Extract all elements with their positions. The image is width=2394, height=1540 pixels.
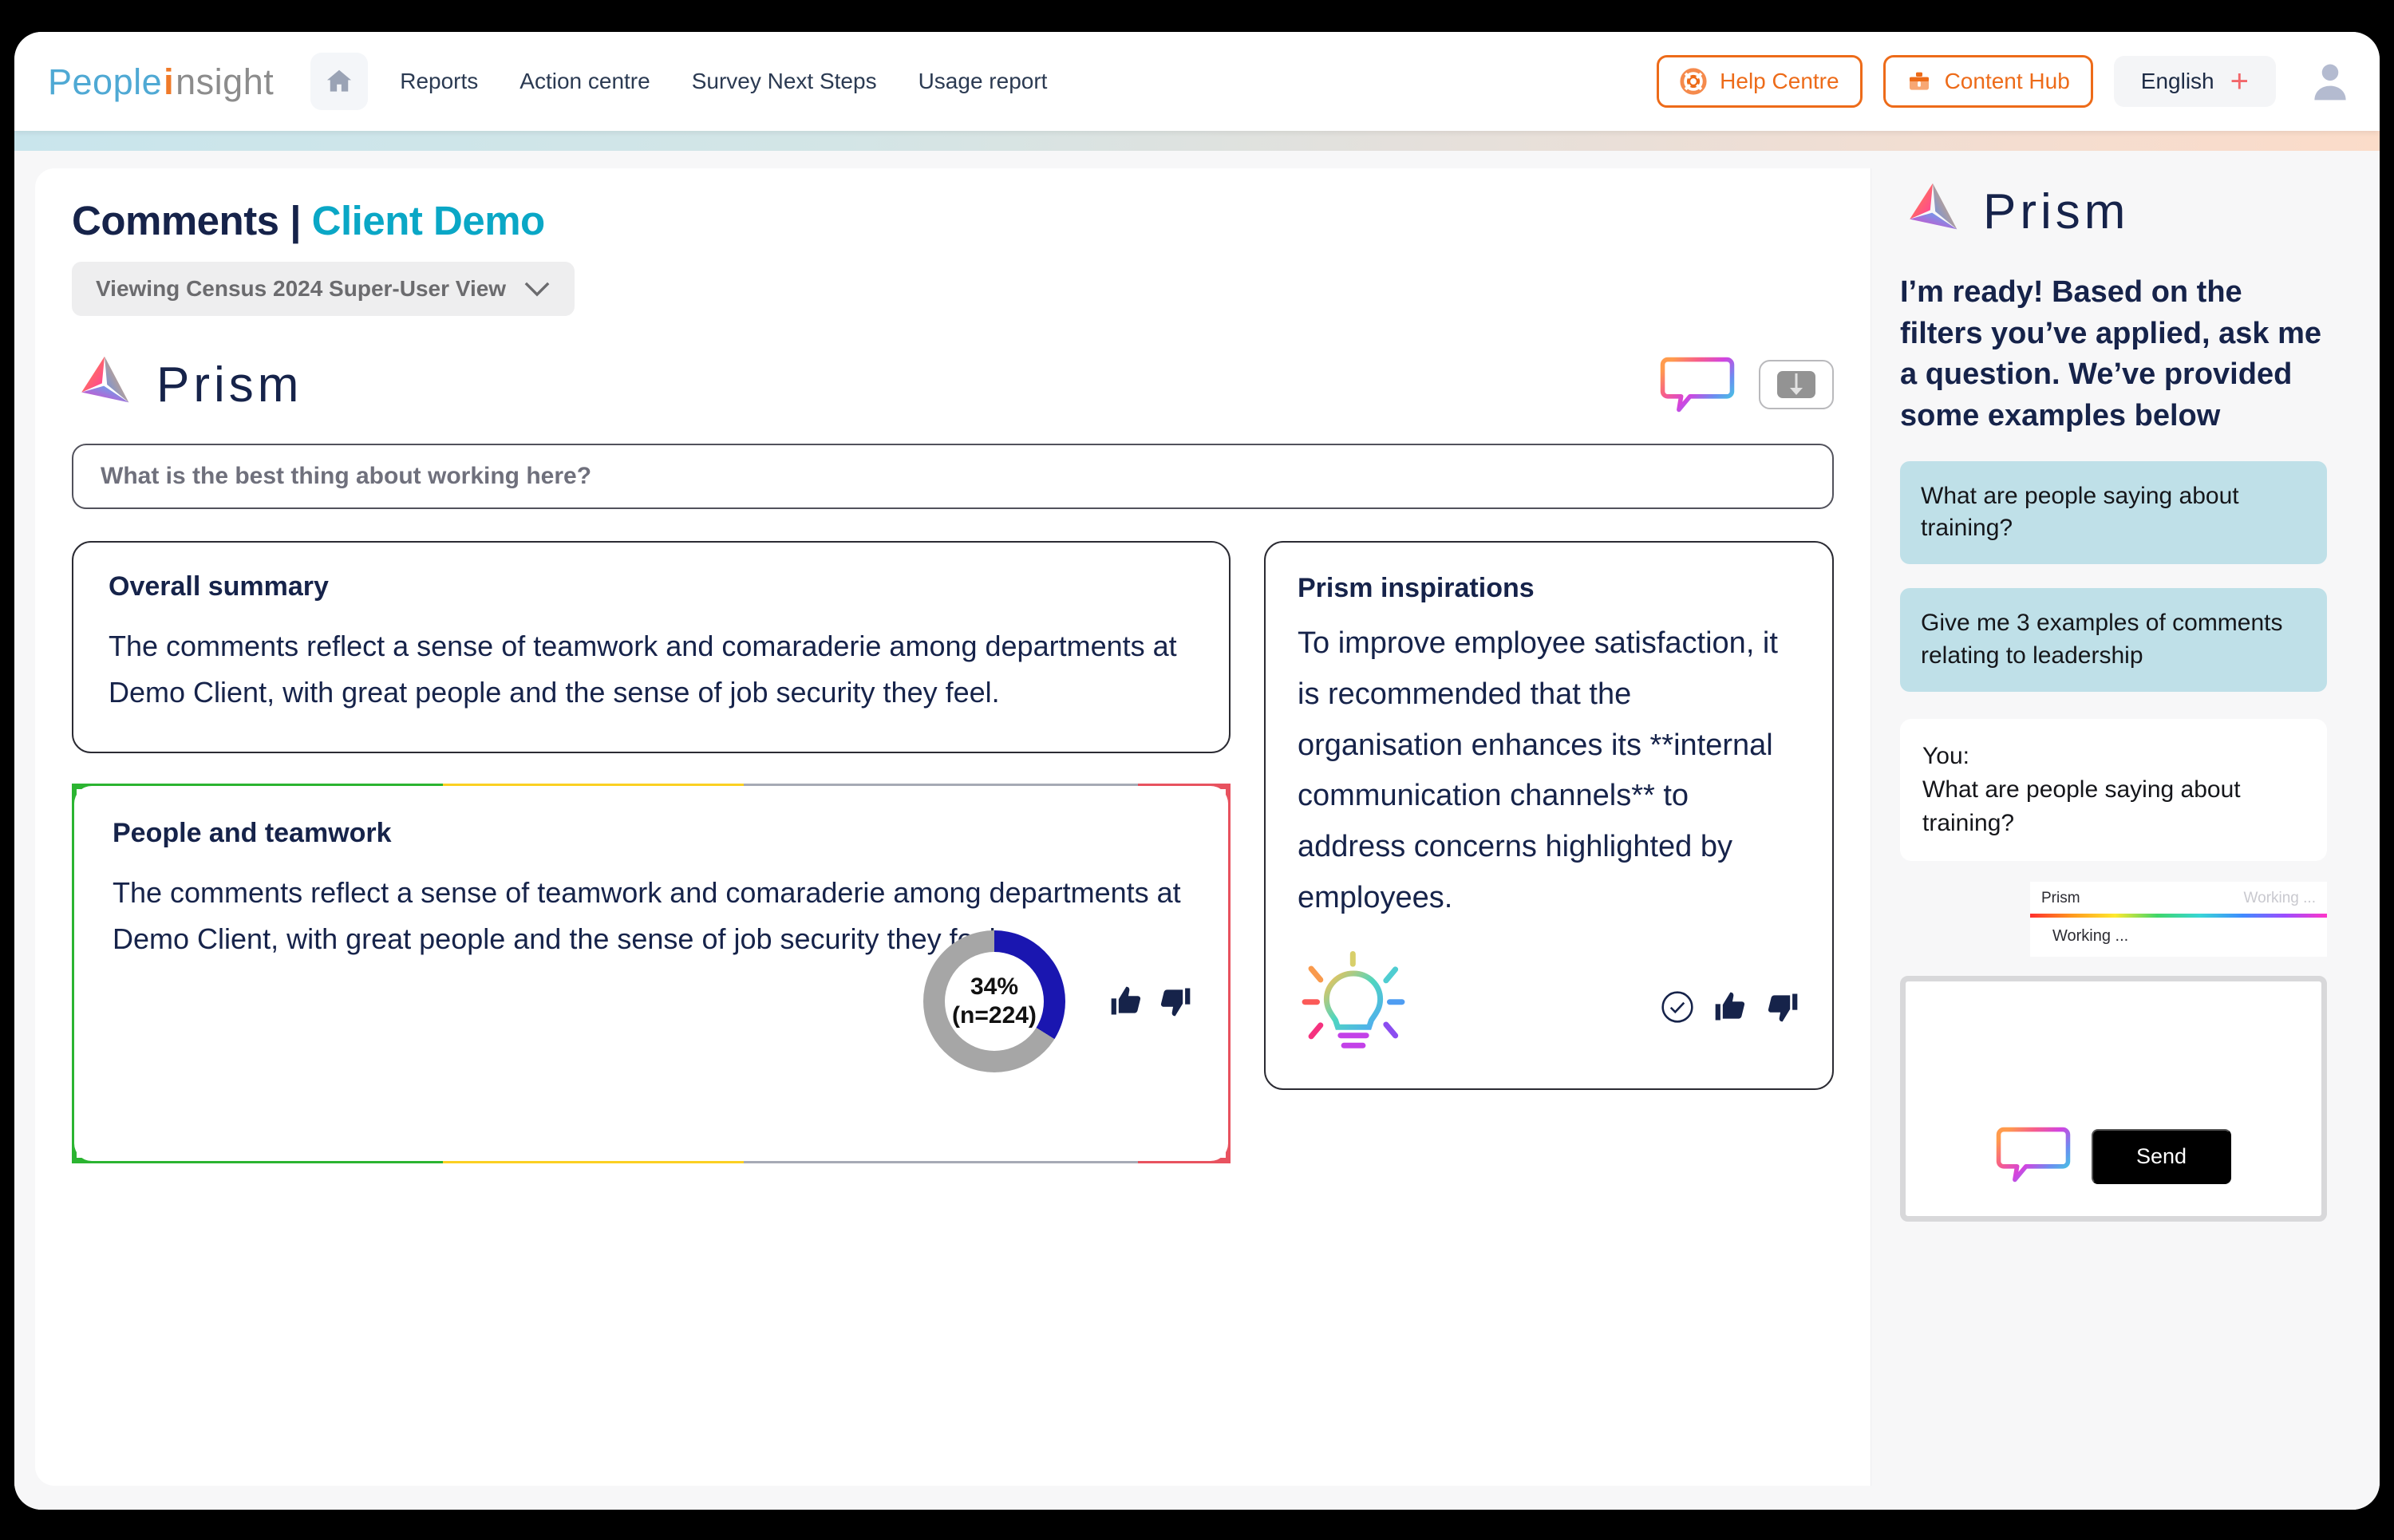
prism-triangle-icon <box>72 353 137 417</box>
brand-part-2: i <box>164 61 175 102</box>
prism-wordmark: Prism <box>156 357 303 413</box>
user-avatar-icon[interactable] <box>2308 59 2353 104</box>
thumbs-down-icon[interactable] <box>1158 984 1193 1019</box>
chat-composer[interactable]: Send <box>1900 975 2327 1222</box>
nav-item-action-centre[interactable]: Action centre <box>519 69 650 94</box>
prism-inspirations-footer <box>1298 950 1800 1063</box>
working-widget-body: Working ... <box>2052 926 2129 945</box>
nav-item-reports[interactable]: Reports <box>400 69 478 94</box>
chat-user-label: You: <box>1922 742 1969 769</box>
thumbs-up-icon[interactable] <box>1713 989 1748 1025</box>
briefcase-icon <box>1906 68 1932 95</box>
send-button[interactable]: Send <box>2091 1128 2232 1184</box>
gradient-divider-band <box>14 131 2380 151</box>
prism-triangle-icon <box>1900 180 1965 243</box>
check-circle-icon[interactable] <box>1660 989 1695 1025</box>
sentiment-donut-chart: 34% (n=224) <box>923 930 1065 1073</box>
language-selector[interactable]: English + <box>2113 56 2276 107</box>
overall-summary-text: The comments reflect a sense of teamwork… <box>109 630 1177 709</box>
prism-working-widget: Prism Working ... Working ... <box>2030 881 2327 957</box>
speech-bubble-icon[interactable] <box>1996 1125 2071 1184</box>
donut-percent: 34% <box>970 973 1019 1000</box>
page-title-main: Comments | <box>72 198 312 243</box>
suggestion-chip-training[interactable]: What are people saying about training? <box>1900 460 2327 565</box>
search-input[interactable]: What is the best thing about working her… <box>72 444 1834 509</box>
language-label: English <box>2140 69 2214 93</box>
app-window: People i nsight Reports Action centre Su… <box>14 32 2380 1510</box>
nav-links: Reports Action centre Survey Next Steps … <box>400 69 1047 94</box>
content-cards-row: Overall summary The comments reflect a s… <box>72 541 1834 1163</box>
content-hub-label: Content Hub <box>1944 69 2070 93</box>
nav-item-survey-next-steps[interactable]: Survey Next Steps <box>692 69 877 94</box>
home-button[interactable] <box>310 53 369 110</box>
prism-inspirations-actions <box>1660 989 1800 1025</box>
working-widget-name: Prism <box>2041 889 2080 906</box>
view-selector-label: Viewing Census 2024 Super-User View <box>96 276 507 301</box>
thumbs-up-icon[interactable] <box>1108 984 1144 1019</box>
sidebar-intro-text: I’m ready! Based on the filters you’ve a… <box>1900 275 2321 433</box>
donut-center-label: 34% (n=224) <box>952 973 1037 1031</box>
page-body: Comments | Client Demo Viewing Census 20… <box>14 151 2380 1510</box>
download-button[interactable] <box>1759 360 1834 409</box>
download-icon <box>1774 369 1819 401</box>
brand-part-3: nsight <box>176 61 275 102</box>
lightbulb-icon <box>1298 950 1409 1063</box>
right-column: Prism inspirations To improve employee s… <box>1264 541 1834 1090</box>
home-icon <box>323 66 355 97</box>
nav-right-group: Help Centre Content Hub English + <box>1657 55 2353 108</box>
chevron-down-icon <box>523 280 551 298</box>
brand-part-1: People <box>48 61 163 102</box>
left-column: Overall summary The comments reflect a s… <box>72 541 1231 1163</box>
plus-icon: + <box>2230 64 2249 99</box>
help-centre-button[interactable]: Help Centre <box>1657 55 1863 108</box>
people-card-feedback <box>1108 984 1193 1019</box>
content-hub-button[interactable]: Content Hub <box>1882 55 2093 108</box>
donut-n: (n=224) <box>952 1002 1037 1029</box>
page-title-accent: Client Demo <box>311 198 546 243</box>
speech-bubble-icon[interactable] <box>1660 355 1735 414</box>
prism-inspirations-card: Prism inspirations To improve employee s… <box>1264 541 1834 1090</box>
help-centre-label: Help Centre <box>1720 69 1839 93</box>
search-input-value: What is the best thing about working her… <box>101 463 592 489</box>
working-widget-header: Prism Working ... <box>2030 882 2327 914</box>
main-content-panel: Comments | Client Demo Viewing Census 20… <box>35 168 1871 1486</box>
prism-row-actions <box>1660 355 1834 414</box>
prism-chat-sidebar: Prism I’m ready! Based on the filters yo… <box>1871 168 2359 1486</box>
sidebar-prism-wordmark: Prism <box>1983 184 2130 239</box>
prism-logo: Prism <box>72 353 302 417</box>
nav-item-usage-report[interactable]: Usage report <box>918 69 1048 94</box>
page-title: Comments | Client Demo <box>72 197 1834 244</box>
chat-user-message: What are people saying about training? <box>1922 776 2241 836</box>
sidebar-prism-logo: Prism <box>1900 180 2327 243</box>
suggestion-chip-leadership[interactable]: Give me 3 examples of comments relating … <box>1900 588 2327 692</box>
overall-summary-card: Overall summary The comments reflect a s… <box>72 541 1231 753</box>
prism-inspirations-text: To improve employee satisfaction, it is … <box>1298 626 1778 915</box>
lifebuoy-icon <box>1680 68 1707 95</box>
top-navigation-bar: People i nsight Reports Action centre Su… <box>14 32 2380 131</box>
overall-summary-heading: Overall summary <box>109 571 329 602</box>
view-selector-dropdown[interactable]: Viewing Census 2024 Super-User View <box>72 262 575 316</box>
people-and-teamwork-inner: People and teamwork The comments reflect… <box>74 785 1228 1161</box>
thumbs-down-icon[interactable] <box>1765 989 1800 1025</box>
prism-header-row: Prism <box>72 353 1834 417</box>
people-and-teamwork-heading: People and teamwork <box>113 817 392 848</box>
working-widget-status: Working ... <box>2243 889 2316 906</box>
prism-inspirations-heading: Prism inspirations <box>1298 573 1535 603</box>
people-and-teamwork-card: People and teamwork The comments reflect… <box>72 783 1231 1163</box>
peopleinsight-logo[interactable]: People i nsight <box>48 64 274 100</box>
chat-message-user: You: What are people saying about traini… <box>1900 718 2327 861</box>
